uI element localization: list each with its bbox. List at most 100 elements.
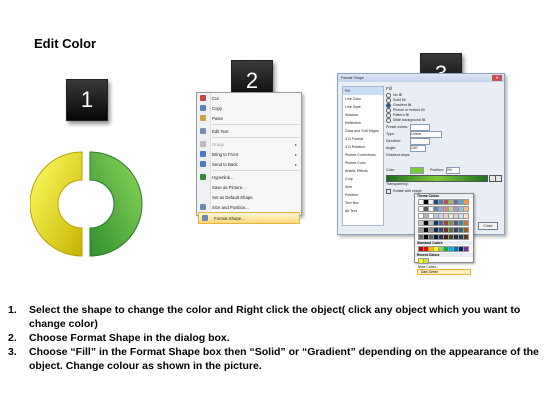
ring-right-half [89,151,143,257]
category-size[interactable]: Size [343,183,383,191]
category-text-box[interactable]: Text Box [343,199,383,207]
scissors-icon [200,95,206,101]
size-position-icon [200,204,206,210]
group-icon [200,141,206,147]
direction-label: Direction: [386,139,402,143]
menu-item-label: Edit Text [212,128,229,134]
category-position[interactable]: Position [343,191,383,199]
category-list: Fill Line Color Line Style Shadow Reflection… [342,86,384,226]
category-picture-corrections[interactable]: Picture Corrections [343,151,383,159]
instruction-step-3: 3. Choose “Fill” in the Format Shape box … [8,346,539,372]
menu-item-size-and-position[interactable]: Size and Position... [197,202,301,212]
standard-colors-grid [415,245,473,253]
category-reflection[interactable]: Reflection [343,119,383,127]
color-picker-button[interactable] [410,166,424,174]
category-fill[interactable]: Fill [343,87,383,95]
menu-item-edit-text[interactable]: Edit Text [197,126,301,136]
menu-item-bring-to-front[interactable]: Bring to Front ▸ [197,149,301,159]
menu-item-label: Group [212,141,224,147]
color-swatch[interactable] [463,213,469,219]
color-palette-popup: Theme Colors Standard Colors Recent Colo… [414,193,474,275]
close-button[interactable]: Close [478,222,498,230]
gradient-stops-label: Gradient stops [386,153,410,157]
menu-item-set-as-default-shape[interactable]: Set as Default Shape [197,192,301,202]
category-line-color[interactable]: Line Color [343,95,383,103]
position-input[interactable]: 0% [445,166,460,174]
transparency-label: Transparency: [386,182,409,186]
recent-colors-grid [415,257,473,265]
instruction-step-2: 2. Choose Format Shape in the dialog box. [8,332,230,344]
menu-item-label: Send to Back [212,161,238,167]
submenu-arrow-icon: ▸ [294,161,297,167]
dialog-title: Format Shape [338,74,504,82]
color-swatch[interactable] [463,246,469,252]
submenu-arrow-icon: ▸ [294,151,297,157]
menu-item-label: Save as Picture... [212,184,246,190]
menu-item-label: Cut [212,95,219,101]
menu-item-send-to-back[interactable]: Send to Back ▸ [197,159,301,169]
menu-item-format-shape[interactable]: Format Shape... [198,212,300,224]
angle-input[interactable]: 240° [410,144,426,152]
remove-stop-button[interactable] [495,175,502,182]
fill-option-label: Slide background fill [393,118,426,122]
preset-colors-button[interactable] [410,123,430,131]
instruction-step-1: 1. Select the shape to change the color a… [8,304,521,330]
category-picture-color[interactable]: Picture Color [343,159,383,167]
ring-shape[interactable] [30,148,150,263]
color-swatch[interactable] [423,258,429,264]
category-crop[interactable]: Crop [343,175,383,183]
edit-text-icon [200,128,206,134]
step-badge-1: 1 [66,79,108,121]
color-swatch[interactable] [463,206,469,212]
color-swatch[interactable] [463,227,469,233]
menu-item-label: Set as Default Shape [212,194,253,200]
menu-item-label: Paste [212,115,223,121]
type-select[interactable]: Linear [410,130,442,138]
menu-item-label: Format Shape... [214,215,245,221]
menu-separator [212,170,299,171]
gradient-stops-bar[interactable] [386,175,488,182]
send-back-icon [200,161,206,167]
hyperlink-icon [200,174,206,180]
category-line-style[interactable]: Line Style [343,103,383,111]
angle-label: Angle: [386,146,397,150]
menu-item-label: Hyperlink... [212,174,234,180]
category-shadow[interactable]: Shadow [343,111,383,119]
color-swatch[interactable] [463,220,469,226]
menu-separator [212,137,299,138]
radio-button[interactable] [386,118,391,123]
preset-label: Preset colors: [386,125,408,129]
submenu-arrow-icon: ▸ [294,141,297,147]
category-3-d-format[interactable]: 3-D Format [343,135,383,143]
direction-button[interactable] [410,137,430,145]
menu-item-group[interactable]: Group ▸ [197,139,301,149]
dark-green-tooltip: Dark Green [417,269,471,275]
menu-item-copy[interactable]: Copy [197,103,301,113]
fill-option-slide-background-fill[interactable]: Slide background fill [386,118,500,123]
instructions-list: 1. Select the shape to change the color a… [8,303,548,373]
rotate-checkbox[interactable] [386,188,391,194]
menu-item-hyperlink[interactable]: Hyperlink... [197,172,301,182]
page-title: Edit Color [34,36,97,51]
menu-item-label: Bring to Front [212,151,239,157]
ring-left-half [30,151,83,257]
menu-separator [212,124,299,125]
color-swatch[interactable] [463,234,469,240]
menu-item-label: Copy [212,105,223,111]
color-swatch[interactable] [463,199,469,205]
menu-item-cut[interactable]: Cut [197,93,301,103]
close-icon[interactable]: ✕ [492,75,502,81]
category-3-d-rotation[interactable]: 3-D Rotation [343,143,383,151]
menu-item-label: Size and Position... [212,204,249,210]
type-label: Type: [386,132,395,136]
bring-front-icon [200,151,206,157]
theme-colors-grid [415,198,473,241]
menu-item-paste[interactable]: Paste [197,113,301,123]
menu-item-save-as-picture[interactable]: Save as Picture... [197,182,301,192]
category-artistic-effects[interactable]: Artistic Effects [343,167,383,175]
format-shape-icon [202,215,208,221]
paste-icon [200,115,206,121]
category-glow-and-soft-edges[interactable]: Glow and Soft Edges [343,127,383,135]
color-label: Color [386,168,395,172]
category-alt-text[interactable]: Alt Text [343,207,383,215]
